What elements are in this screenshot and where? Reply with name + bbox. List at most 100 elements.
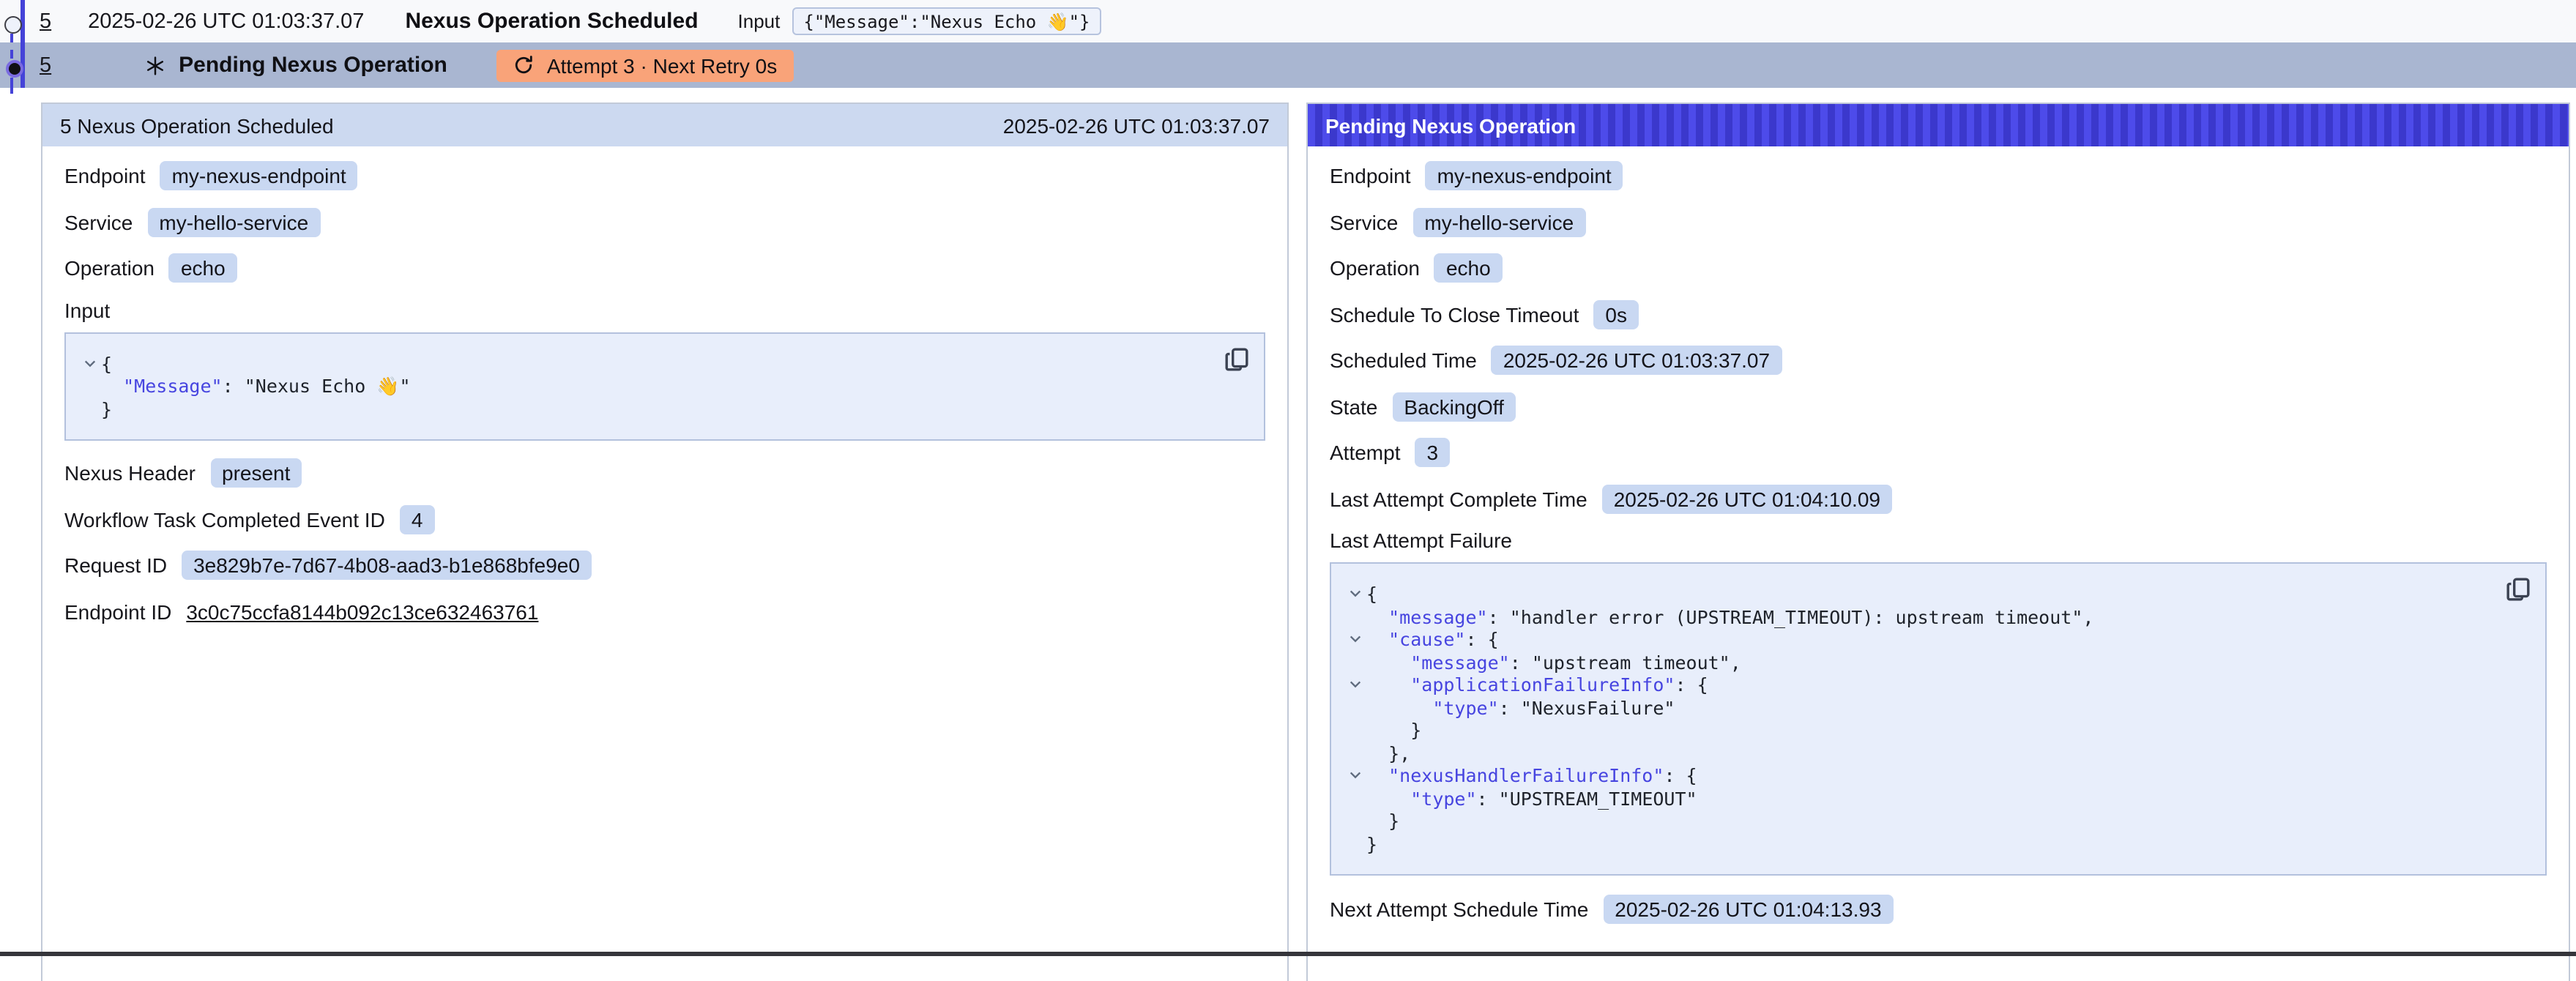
field-label: Operation: [1330, 256, 1420, 280]
event-row-scheduled[interactable]: 5 2025-02-26 UTC 01:03:37.07 Nexus Opera…: [0, 0, 2576, 42]
right-fields-top: Endpointmy-nexus-endpoint Service my-hello…: [1330, 160, 2547, 515]
field-service: Servicemy-hello-service: [64, 206, 1265, 238]
field-attempt: Attempt 3: [1330, 436, 2547, 469]
pending-operation-row[interactable]: 5 Pending Nexus Operation Attempt 3 · Ne…: [0, 42, 2576, 88]
field-label: Next Attempt Schedule Time: [1330, 898, 1588, 921]
copy-icon[interactable]: [1224, 346, 1249, 371]
field-nexus-header: Nexus Headerpresent: [64, 457, 1265, 489]
copy-icon[interactable]: [2506, 577, 2531, 602]
field-operation: Operationecho: [64, 252, 1265, 284]
code-line: },: [1343, 742, 2525, 764]
timeline-rail: [0, 0, 40, 102]
code-line: "message": "handler error (UPSTREAM_TIME…: [1343, 605, 2525, 628]
code-text: "type": "UPSTREAM_TIMEOUT": [1366, 787, 1697, 810]
collapse-chevron-icon[interactable]: [1343, 764, 1366, 787]
timeline-current-node-icon: [5, 60, 23, 78]
right-fields-bottom: Next Attempt Schedule Time2025-02-26 UTC…: [1330, 893, 2547, 925]
field-value-badge: 0s: [1593, 299, 1639, 329]
field-value-badge: echo: [169, 253, 237, 283]
field-endpoint: Endpointmy-nexus-endpoint: [1330, 160, 2547, 192]
code-text: "type": "NexusFailure": [1366, 696, 1675, 719]
code-text: }: [1366, 810, 1399, 832]
field-label: Scheduled Time: [1330, 348, 1477, 372]
field-label: Service: [64, 210, 133, 234]
collapse-chevron-icon[interactable]: [1343, 583, 1366, 605]
left-fields-bottom: Nexus Headerpresent Workflow Task Complet…: [64, 457, 1265, 627]
collapse-chevron-icon[interactable]: [1343, 674, 1366, 696]
retry-icon: [513, 54, 535, 76]
code-line: "applicationFailureInfo": {: [1343, 674, 2525, 696]
event-history-detail-view: 5 2025-02-26 UTC 01:03:37.07 Nexus Opera…: [0, 0, 2576, 956]
field-scheduled-time: Scheduled Time 2025-02-26 UTC 01:03:37.07: [1330, 344, 2547, 376]
field-label: Attempt: [1330, 441, 1401, 464]
event-id-link[interactable]: 5: [40, 10, 51, 33]
field-state: StateBackingOff: [1330, 390, 2547, 422]
code-line: }: [1343, 719, 2525, 742]
failure-json-code: { "message": "handler error (UPSTREAM_TI…: [1343, 583, 2525, 855]
code-gutter: [78, 375, 101, 398]
field-label: Schedule To Close Timeout: [1330, 302, 1579, 326]
input-json-code: { "Message": "Nexus Echo 👋"}: [78, 352, 1243, 420]
field-label: State: [1330, 395, 1377, 418]
field-value-badge: present: [210, 458, 302, 488]
code-gutter: [78, 398, 101, 420]
field-value-badge: 3e829b7e-7d67-4b08-aad3-b1e868bfe9e0: [182, 551, 592, 580]
code-line: {: [1343, 583, 2525, 605]
pending-operation-title: Pending Nexus Operation: [179, 53, 447, 78]
field-value-link[interactable]: 3c0c75ccfa8144b092c13ce632463761: [186, 600, 538, 623]
event-input-preview: {"Message":"Nexus Echo 👋"}: [792, 7, 1101, 35]
timeline-dashed-connector: [10, 78, 13, 94]
field-value-badge: 4: [400, 504, 435, 534]
code-gutter: [1343, 787, 1366, 810]
event-detail-header: 5 Nexus Operation Scheduled 2025-02-26 U…: [42, 104, 1287, 146]
code-gutter: [1343, 605, 1366, 628]
code-gutter: [1343, 696, 1366, 719]
code-gutter: [1343, 742, 1366, 764]
code-text: },: [1366, 742, 1410, 764]
code-line: "message": "upstream timeout",: [1343, 651, 2525, 674]
bottom-edge: [0, 952, 2576, 956]
field-service: Service my-hello-service: [1330, 206, 2547, 238]
field-label: Service: [1330, 210, 1398, 234]
field-value-badge: echo: [1434, 253, 1503, 283]
input-section-label: Input: [64, 298, 1265, 321]
code-line: "type": "UPSTREAM_TIMEOUT": [1343, 787, 2525, 810]
field-last-attempt-complete-time: Last Attempt Complete Time 2025-02-26 UTC…: [1330, 482, 2547, 515]
code-line: "cause": {: [1343, 628, 2525, 651]
event-detail-header-timestamp: 2025-02-26 UTC 01:03:37.07: [1003, 113, 1270, 137]
field-workflow-task-completed-event-id: Workflow Task Completed Event ID 4: [64, 503, 1265, 535]
attempt-retry-badge: Attempt 3 · Next Retry 0s: [497, 49, 793, 81]
field-value-badge: my-hello-service: [1412, 207, 1585, 236]
event-timestamp: 2025-02-26 UTC 01:03:37.07: [88, 10, 364, 33]
timeline-open-node-icon: [4, 16, 22, 34]
field-value-badge: 3: [1415, 438, 1451, 467]
code-text: {: [1366, 583, 1377, 605]
collapse-chevron-icon[interactable]: [1343, 628, 1366, 651]
field-label: Last Attempt Complete Time: [1330, 487, 1587, 510]
pending-event-id-link[interactable]: 5: [40, 53, 51, 77]
attempt-retry-text: Attempt 3 · Next Retry 0s: [547, 53, 777, 77]
field-next-attempt-schedule-time: Next Attempt Schedule Time2025-02-26 UTC…: [1330, 893, 2547, 925]
field-label: Request ID: [64, 553, 167, 577]
pending-operation-panel: Pending Nexus Operation Endpointmy-nexus…: [1306, 102, 2570, 981]
field-label: Endpoint: [1330, 164, 1411, 187]
field-endpoint-id: Endpoint ID 3c0c75ccfa8144b092c13ce632463…: [64, 595, 1265, 627]
code-text: }: [1366, 832, 1377, 855]
code-text: "Message": "Nexus Echo 👋": [101, 375, 411, 398]
field-label: Workflow Task Completed Event ID: [64, 507, 385, 531]
event-detail-panel: 5 Nexus Operation Scheduled 2025-02-26 U…: [41, 102, 1289, 981]
field-label: Endpoint ID: [64, 600, 171, 623]
field-value-badge: 2025-02-26 UTC 01:03:37.07: [1492, 346, 1782, 375]
field-value-badge: my-nexus-endpoint: [160, 161, 358, 190]
code-text: "applicationFailureInfo": {: [1366, 674, 1708, 696]
code-gutter: [1343, 651, 1366, 674]
field-schedule-to-close-timeout: Schedule To Close Timeout 0s: [1330, 298, 2547, 330]
collapse-chevron-icon[interactable]: [78, 352, 101, 375]
left-fields-top: Endpointmy-nexus-endpointServicemy-hello…: [64, 160, 1265, 284]
pending-panel-header: Pending Nexus Operation: [1308, 104, 2569, 146]
field-value-badge: 2025-02-26 UTC 01:04:10.09: [1602, 484, 1892, 513]
code-text: {: [101, 352, 112, 375]
event-input-label: Input: [738, 10, 781, 32]
pending-panel-header-title: Pending Nexus Operation: [1325, 113, 1576, 137]
code-gutter: [1343, 719, 1366, 742]
